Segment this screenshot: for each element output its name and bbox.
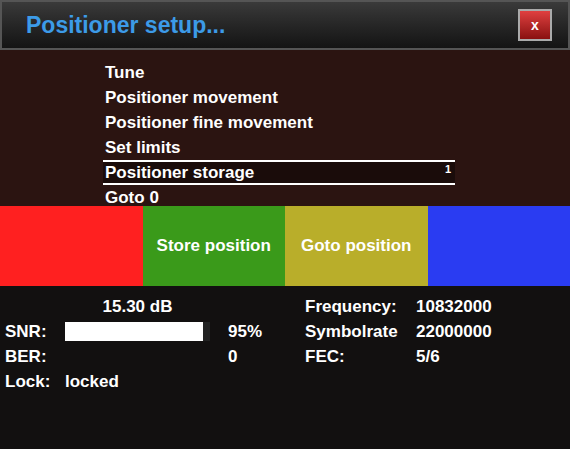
ber-label: BER:	[5, 344, 65, 370]
lock-value: locked	[65, 369, 300, 395]
menu-area: TunePositioner movementPositioner fine m…	[0, 50, 570, 206]
menu-item[interactable]: Positioner movement	[103, 85, 455, 110]
snr-bar	[65, 322, 210, 341]
tuner-panel: Frequency:10832000Symbolrate22000000FEC:…	[300, 294, 570, 449]
tuner-value: 5/6	[416, 344, 570, 370]
menu-item[interactable]: Tune	[103, 60, 455, 85]
title-bar: Positioner setup... x	[0, 0, 570, 50]
tuner-value: 10832000	[416, 294, 570, 320]
menu-item-value: 1	[445, 162, 451, 176]
color-button-row: Store positionGoto position	[0, 206, 570, 286]
snr-db: 15.30 dB	[65, 294, 210, 320]
signal-info: 15.30 dBSNR:95%BER:0Lock:lockedFrequency…	[0, 286, 570, 449]
snr-percent: 95%	[210, 319, 300, 345]
ber-value: 0	[210, 344, 300, 370]
tuner-value: 22000000	[416, 319, 570, 345]
lock-label: Lock:	[5, 369, 65, 395]
signal-panel: 15.30 dBSNR: 95% BER: 0 Lock:locked	[0, 294, 300, 449]
positioner-setup-screen: Positioner setup... x TunePositioner movem…	[0, 0, 570, 449]
window-title: Positioner setup...	[26, 14, 225, 37]
close-button[interactable]: x	[518, 9, 552, 41]
snr-label: SNR:	[5, 319, 65, 345]
color-button[interactable]: Goto position	[285, 206, 428, 286]
menu-item[interactable]: Positioner fine movement	[103, 110, 455, 135]
color-button[interactable]	[428, 206, 570, 286]
color-button[interactable]: Store position	[143, 206, 286, 286]
color-button[interactable]	[0, 206, 143, 286]
tuner-label: Symbolrate	[305, 319, 416, 345]
menu-item[interactable]: Positioner storage1	[103, 160, 455, 185]
tuner-label: Frequency:	[305, 294, 416, 320]
tuner-label: FEC:	[305, 344, 416, 370]
menu-item[interactable]: Set limits	[103, 135, 455, 160]
